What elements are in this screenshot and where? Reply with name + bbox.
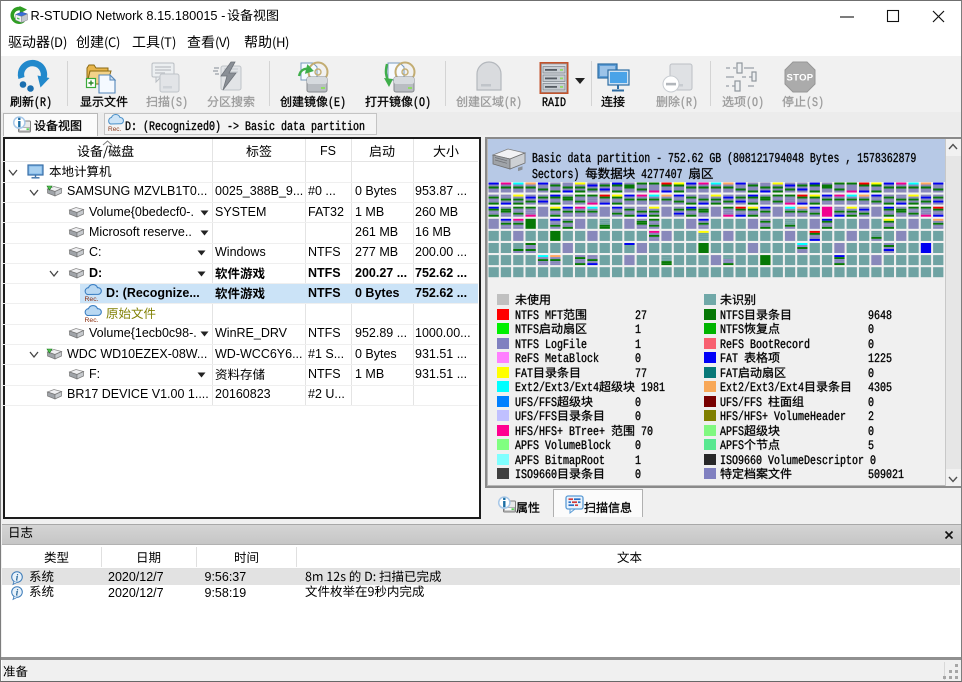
svg-text:Rec.: Rec. — [85, 317, 99, 324]
svg-text:Rec.: Rec. — [108, 126, 122, 133]
svg-text:STOP: STOP — [787, 73, 814, 84]
svg-text:Rec.: Rec. — [85, 296, 99, 303]
